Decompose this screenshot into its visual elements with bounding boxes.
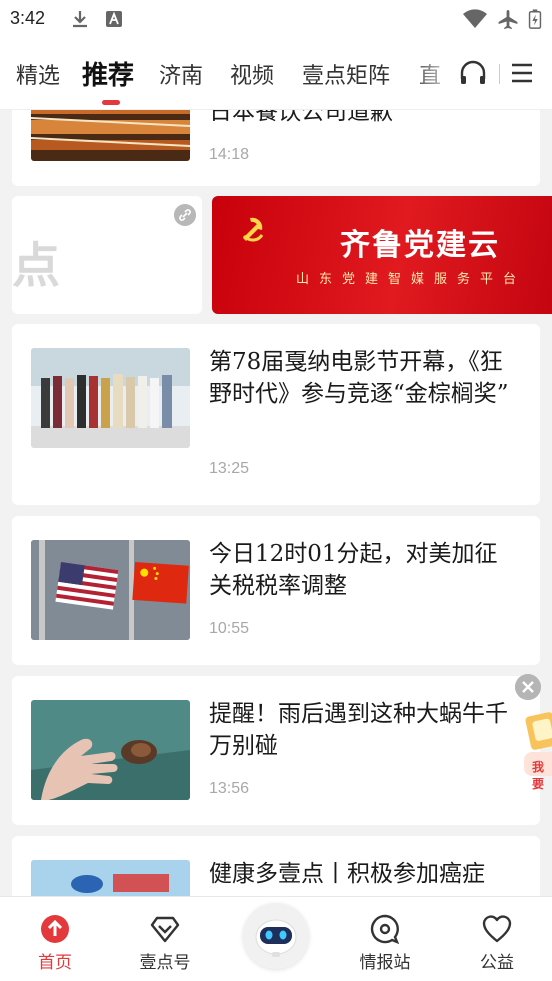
article-headline: 今日12时01分起，对美加征关税税率调整	[209, 541, 498, 599]
nav-gongyi-label: 公益	[480, 953, 514, 973]
robot-assistant-button[interactable]	[243, 903, 309, 969]
article-time: 13:56	[209, 780, 250, 797]
font-a-icon	[106, 11, 122, 27]
nav-gongyi[interactable]: 公益	[452, 897, 542, 981]
nav-qingbaozhan[interactable]: 情报站	[340, 897, 430, 981]
heart-shield-icon	[150, 916, 180, 943]
nav-home-label: 首页	[38, 953, 72, 973]
article-thumbnail	[31, 860, 190, 896]
active-tab-indicator	[102, 100, 120, 105]
airplane-icon	[498, 10, 518, 29]
robot-assistant-icon	[255, 919, 297, 957]
channel-tab-bar: 精选 推荐 济南 视频 壹点矩阵 直	[0, 38, 552, 110]
article-time: 14:18	[209, 146, 250, 163]
banner-subtitle: 山东党建智媒服务平台	[296, 272, 527, 287]
nav-yidianhao[interactable]: 壹点号	[120, 897, 210, 981]
status-time: 3:42	[10, 8, 46, 28]
home-upload-icon	[41, 915, 69, 943]
close-icon[interactable]	[515, 674, 541, 700]
wifi-icon	[463, 9, 487, 28]
headphones-icon[interactable]	[458, 58, 488, 88]
tab-video[interactable]: 视频	[230, 58, 274, 90]
tab-divider	[499, 64, 500, 84]
article-headline: 日本餐饮公司道歉	[209, 110, 393, 125]
floating-badge-label: 我要	[532, 760, 545, 791]
nav-yidianhao-label: 壹点号	[139, 953, 191, 973]
banner-left-text: 点	[12, 240, 61, 293]
article-thumbnail	[31, 700, 190, 800]
party-emblem-icon	[242, 217, 264, 242]
article-time: 10:55	[209, 620, 250, 637]
article-time: 13:25	[209, 460, 250, 477]
tab-tuijian[interactable]: 推荐	[82, 55, 134, 92]
article-headline: 第78届戛纳电影节开幕，《狂野时代》参与竞逐“金棕榈奖”	[209, 349, 509, 407]
chat-bubble-icon	[370, 914, 400, 945]
news-card[interactable]: 今日12时01分起，对美加征关税税率调整 10:55	[12, 516, 540, 665]
tab-jinan[interactable]: 济南	[159, 58, 203, 90]
link-icon	[174, 204, 196, 226]
article-headline: 健康多壹点丨积极参加癌症	[209, 861, 485, 887]
channel-menu-icon[interactable]	[510, 61, 534, 85]
news-feed[interactable]: 日本餐饮公司道歉 14:18 点 齐鲁党建云 山东党建智媒服务平台 第78届戛纳…	[0, 110, 552, 896]
news-card[interactable]: 健康多壹点丨积极参加癌症	[12, 836, 540, 896]
party-cloud-banner[interactable]: 齐鲁党建云 山东党建智媒服务平台	[212, 196, 552, 314]
download-icon	[73, 11, 87, 28]
article-thumbnail	[31, 110, 190, 161]
article-thumbnail	[31, 540, 190, 640]
banner-card-left[interactable]: 点	[12, 196, 202, 314]
article-headline: 提醒！雨后遇到这种大蜗牛千万别碰	[209, 701, 508, 759]
news-card[interactable]: 日本餐饮公司道歉 14:18	[12, 110, 540, 186]
nav-qingbaozhan-label: 情报站	[359, 953, 411, 973]
nav-home[interactable]: 首页	[10, 897, 100, 981]
news-card[interactable]: 提醒！雨后遇到这种大蜗牛千万别碰 13:56	[12, 676, 540, 825]
battery-charging-icon	[528, 9, 542, 29]
article-thumbnail	[31, 348, 190, 448]
heart-icon	[482, 915, 512, 943]
news-card[interactable]: 第78届戛纳电影节开幕，《狂野时代》参与竞逐“金棕榈奖” 13:25	[12, 324, 540, 505]
tab-fade-overlay	[410, 38, 458, 109]
tab-yidian-matrix[interactable]: 壹点矩阵	[302, 58, 390, 90]
status-bar: 3:42	[0, 0, 552, 38]
banner-title: 齐鲁党建云	[340, 228, 500, 263]
tab-jingxuan[interactable]: 精选	[16, 58, 60, 90]
